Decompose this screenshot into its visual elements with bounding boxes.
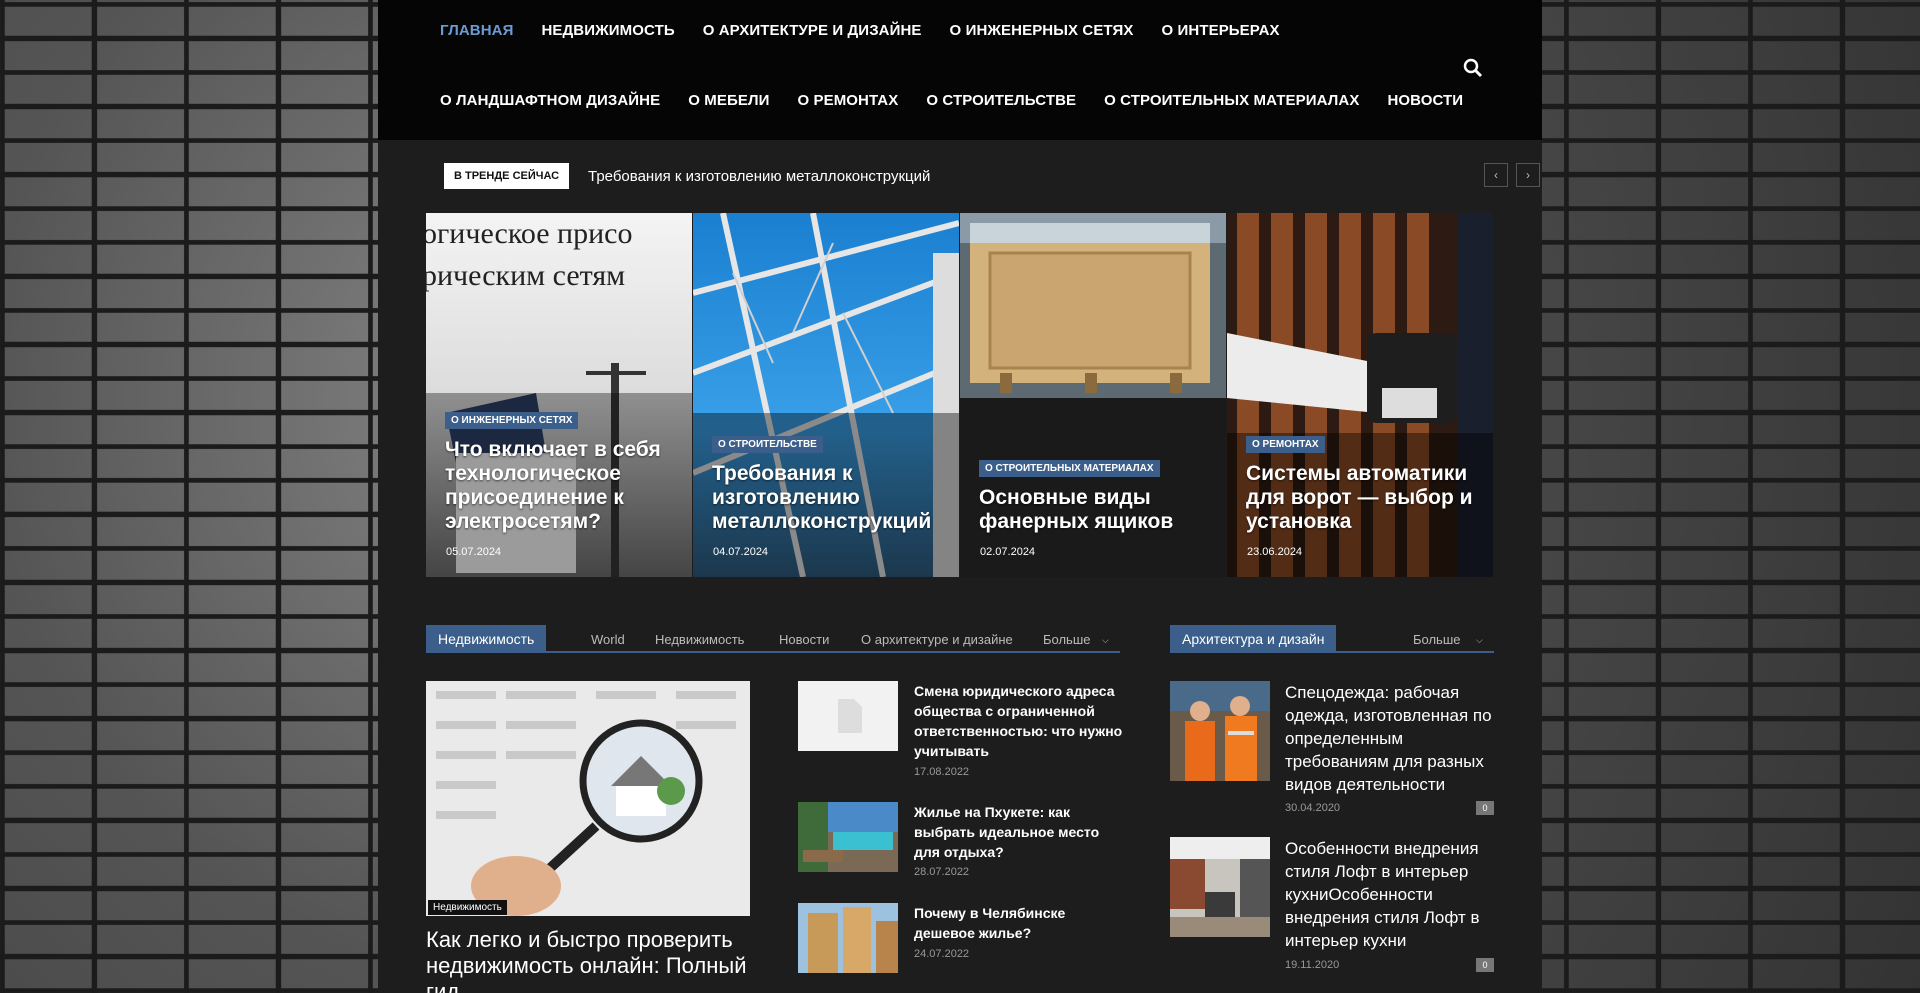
trending-label: В ТРЕНДЕ СЕЙЧАС (444, 163, 570, 189)
chevron-right-icon[interactable]: › (1516, 163, 1540, 187)
article-title[interactable]: Смена юридического адреса общества с огр… (914, 681, 1124, 761)
tab-news[interactable]: Новости (779, 632, 829, 647)
nav-item-furniture[interactable]: О МЕБЕЛИ (688, 92, 769, 109)
section-title[interactable]: Недвижимость (426, 625, 547, 653)
trending-bar: В ТРЕНДЕ СЕЙЧАС Требования к изготовлени… (444, 163, 1540, 189)
image-text: рическим сетям (426, 259, 625, 292)
card-category-badge[interactable]: О ИНЖЕНЕРНЫХ СЕТЯХ (445, 412, 579, 429)
nav-item-repairs[interactable]: О РЕМОНТАХ (797, 92, 898, 109)
card-category-badge[interactable]: О РЕМОНТАХ (1246, 436, 1325, 453)
featured-card[interactable]: огическое присо рическим сетям О ИНЖЕНЕР… (426, 213, 692, 577)
featured-slider: огическое присо рическим сетям О ИНЖЕНЕР… (426, 213, 1494, 577)
section-title[interactable]: Архитектура и дизайн (1170, 625, 1337, 653)
featured-card[interactable]: О СТРОИТЕЛЬНЫХ МАТЕРИАЛАХ Основные виды … (960, 213, 1226, 577)
article-date: 24.07.2022 (914, 948, 970, 960)
card-title[interactable]: Основные виды фанерных ящиков (979, 486, 1209, 534)
list-item[interactable]: Почему в Челябинске дешевое жилье? 24.07… (798, 903, 1128, 983)
nav-item-architecture[interactable]: О АРХИТЕКТУРЕ И ДИЗАЙНЕ (703, 22, 922, 39)
main-nav-row-2: О ЛАНДШАФТНОМ ДИЗАЙНЕ О МЕБЕЛИ О РЕМОНТА… (440, 92, 1491, 109)
article-date: 19.11.2020 (1285, 959, 1340, 971)
card-date: 04.07.2024 (713, 546, 769, 558)
featured-card[interactable]: О РЕМОНТАХ Системы автоматики для ворот … (1227, 213, 1493, 577)
card-date: 02.07.2024 (980, 546, 1036, 558)
nav-item-news[interactable]: НОВОСТИ (1387, 92, 1463, 109)
card-category-badge[interactable]: О СТРОИТЕЛЬНЫХ МАТЕРИАЛАХ (979, 460, 1160, 477)
article-thumbnail (798, 903, 898, 973)
nav-item-construction[interactable]: О СТРОИТЕЛЬСТВЕ (926, 92, 1076, 109)
article-date: 30.04.2020 (1285, 802, 1341, 814)
big-article-image[interactable] (426, 681, 750, 916)
realty-section-header: Недвижимость World Недвижимость Новости … (426, 625, 1120, 653)
main-nav-row-1: ГЛАВНАЯ НЕДВИЖИМОСТЬ О АРХИТЕКТУРЕ И ДИЗ… (440, 22, 1308, 39)
card-category-badge[interactable]: О СТРОИТЕЛЬСТВЕ (712, 436, 823, 453)
article-thumbnail (798, 802, 898, 872)
list-item[interactable]: Спецодежда: рабочая одежда, изготовленна… (1170, 681, 1494, 821)
tab-realty[interactable]: Недвижимость (655, 632, 744, 647)
card-date: 23.06.2024 (1247, 546, 1303, 558)
article-thumbnail (1170, 837, 1270, 937)
article-date: 28.07.2022 (914, 866, 970, 878)
nav-item-home[interactable]: ГЛАВНАЯ (440, 22, 513, 39)
list-item[interactable]: Смена юридического адреса общества с огр… (798, 681, 1128, 781)
article-title[interactable]: Спецодежда: рабочая одежда, изготовленна… (1285, 681, 1495, 796)
article-title[interactable]: Жилье на Пхукете: как выбрать идеальное … (914, 802, 1124, 862)
nav-item-engineering[interactable]: О ИНЖЕНЕРНЫХ СЕТЯХ (950, 22, 1134, 39)
article-thumbnail (1170, 681, 1270, 781)
tab-more[interactable]: Больше (1043, 632, 1091, 647)
featured-card[interactable]: О СТРОИТЕЛЬСТВЕ Требования к изготовлени… (693, 213, 959, 577)
list-item[interactable]: Жилье на Пхукете: как выбрать идеальное … (798, 802, 1128, 882)
nav-item-interiors[interactable]: О ИНТЕРЬЕРАХ (1161, 22, 1279, 39)
chevron-left-icon[interactable]: ‹ (1484, 163, 1508, 187)
chevron-down-icon[interactable]: ⌵ (1476, 635, 1483, 646)
arch-section-header: Архитектура и дизайн Больше ⌵ (1170, 625, 1494, 653)
card-title[interactable]: Системы автоматики для ворот — выбор и у… (1246, 462, 1476, 534)
tab-world[interactable]: World (591, 632, 625, 647)
nav-item-materials[interactable]: О СТРОИТЕЛЬНЫХ МАТЕРИАЛАХ (1104, 92, 1359, 109)
trending-headline[interactable]: Требования к изготовлению металлоконстру… (588, 168, 930, 185)
nav-item-realty[interactable]: НЕДВИЖИМОСТЬ (541, 22, 674, 39)
search-icon[interactable] (1461, 56, 1485, 80)
site-header: ГЛАВНАЯ НЕДВИЖИМОСТЬ О АРХИТЕКТУРЕ И ДИЗ… (378, 0, 1542, 140)
card-title[interactable]: Требования к изготовлению металлоконстру… (712, 462, 942, 534)
comment-count-badge[interactable]: 0 (1476, 801, 1494, 815)
chevron-down-icon[interactable]: ⌵ (1102, 635, 1109, 646)
tab-more[interactable]: Больше (1413, 632, 1461, 647)
image-text: огическое присо (426, 217, 632, 250)
list-item[interactable]: Особенности внедрения стиля Лофт в интер… (1170, 837, 1494, 977)
big-article-category[interactable]: Недвижимость (428, 900, 507, 915)
big-article-title[interactable]: Как легко и быстро проверить недвижимост… (426, 927, 756, 993)
article-thumbnail (798, 681, 898, 751)
card-date: 05.07.2024 (446, 546, 502, 558)
card-title[interactable]: Что включает в себя технологическое прис… (445, 438, 675, 534)
article-title[interactable]: Почему в Челябинске дешевое жилье? (914, 903, 1124, 943)
page-container: ГЛАВНАЯ НЕДВИЖИМОСТЬ О АРХИТЕКТУРЕ И ДИЗ… (378, 0, 1542, 993)
nav-item-landscape[interactable]: О ЛАНДШАФТНОМ ДИЗАЙНЕ (440, 92, 660, 109)
comment-count-badge[interactable]: 0 (1476, 958, 1494, 972)
tab-architecture[interactable]: О архитектуре и дизайне (861, 632, 1013, 647)
article-title[interactable]: Особенности внедрения стиля Лофт в интер… (1285, 837, 1495, 952)
article-date: 17.08.2022 (914, 766, 970, 778)
